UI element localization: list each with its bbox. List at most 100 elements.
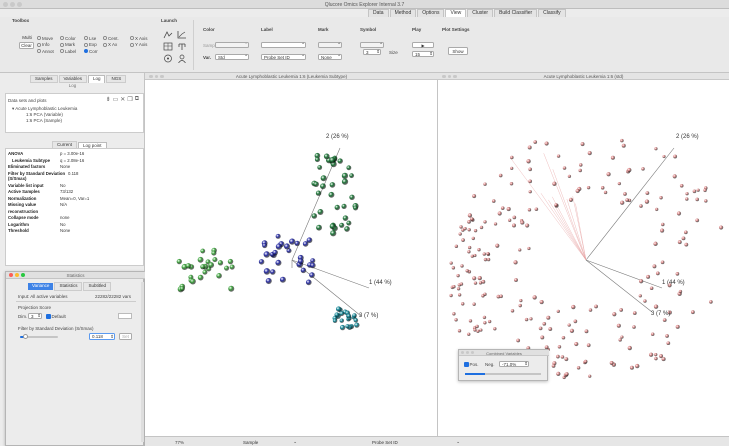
sample-point[interactable] — [297, 258, 304, 265]
variable-point[interactable] — [538, 326, 543, 331]
sample-point[interactable] — [305, 279, 312, 286]
variable-point[interactable] — [528, 179, 533, 184]
variable-point[interactable] — [652, 264, 657, 269]
variable-point[interactable] — [655, 271, 660, 276]
variable-point[interactable] — [561, 335, 566, 340]
variable-point[interactable] — [518, 303, 523, 308]
variable-point[interactable] — [627, 345, 632, 351]
label-samp-select[interactable]: ⌃ — [261, 42, 306, 48]
sample-point[interactable] — [202, 269, 208, 275]
variable-point[interactable] — [583, 359, 588, 364]
variable-point[interactable] — [586, 185, 591, 190]
left-tab-variables[interactable]: Variables — [58, 74, 87, 83]
variable-point[interactable] — [588, 308, 593, 312]
sample-point[interactable] — [346, 165, 352, 171]
variable-point[interactable] — [470, 254, 474, 258]
variable-point[interactable] — [629, 365, 634, 370]
variable-point[interactable] — [662, 318, 667, 323]
variable-point[interactable] — [554, 203, 558, 207]
variable-point[interactable] — [666, 341, 671, 346]
variable-point[interactable] — [520, 220, 525, 225]
sample-point[interactable] — [197, 274, 204, 281]
variable-point[interactable] — [524, 317, 529, 322]
variable-point[interactable] — [639, 279, 644, 284]
variable-point[interactable] — [486, 257, 491, 262]
variable-point[interactable] — [684, 242, 689, 247]
variable-point[interactable] — [661, 222, 665, 227]
variable-point[interactable] — [482, 252, 487, 256]
sample-point[interactable] — [329, 223, 336, 230]
sample-point[interactable] — [339, 318, 345, 323]
sample-point[interactable] — [263, 251, 271, 258]
sample-point[interactable] — [262, 242, 268, 249]
variable-point[interactable] — [562, 166, 567, 170]
variable-point[interactable] — [472, 302, 476, 306]
statistics-tab-statistics[interactable]: Statistics — [54, 282, 83, 291]
variable-point[interactable] — [609, 360, 614, 365]
variable-point[interactable] — [704, 199, 708, 203]
variable-point[interactable] — [662, 154, 666, 159]
variable-point[interactable] — [516, 338, 521, 343]
network-icon[interactable] — [163, 54, 173, 63]
sample-point[interactable] — [306, 237, 313, 244]
variable-point[interactable] — [544, 141, 549, 146]
sample-point[interactable] — [211, 250, 217, 256]
variable-point[interactable] — [548, 327, 553, 331]
variable-point[interactable] — [510, 166, 514, 171]
variable-point[interactable] — [467, 228, 471, 232]
variable-point[interactable] — [649, 286, 654, 291]
variable-point[interactable] — [514, 278, 518, 283]
variable-point[interactable] — [495, 243, 500, 248]
variable-point[interactable] — [461, 238, 465, 242]
variable-point[interactable] — [632, 325, 636, 329]
variable-point[interactable] — [653, 241, 658, 247]
variable-point[interactable] — [703, 188, 707, 193]
variable-point[interactable] — [719, 225, 724, 230]
variable-point[interactable] — [675, 324, 680, 329]
sample-point[interactable] — [329, 182, 336, 188]
variable-point[interactable] — [539, 299, 544, 305]
variable-point[interactable] — [612, 312, 617, 317]
color-samp-select[interactable]: ⌃ — [215, 42, 249, 48]
variable-point[interactable] — [491, 199, 496, 203]
variable-point[interactable] — [458, 232, 462, 236]
variable-point[interactable] — [568, 197, 574, 202]
variable-point[interactable] — [493, 222, 498, 226]
sample-point[interactable] — [354, 322, 360, 328]
sample-point[interactable] — [352, 313, 357, 318]
set-button[interactable]: Set — [119, 333, 132, 340]
variable-point[interactable] — [654, 353, 658, 357]
sample-point[interactable] — [332, 318, 338, 324]
left-tab-samples[interactable]: Samples — [30, 74, 58, 83]
sample-point[interactable] — [275, 243, 283, 250]
variable-point[interactable] — [482, 315, 487, 320]
sample-point[interactable] — [228, 285, 235, 292]
variable-point[interactable] — [654, 147, 658, 151]
variable-point[interactable] — [487, 319, 492, 324]
sample-point[interactable] — [294, 240, 300, 247]
sample-point[interactable] — [279, 276, 286, 283]
variable-point[interactable] — [603, 190, 608, 195]
variable-point[interactable] — [695, 197, 700, 202]
sample-point[interactable] — [311, 213, 318, 219]
variable-point[interactable] — [456, 287, 461, 291]
color-var-select[interactable]: Std ⌃ — [215, 54, 249, 60]
sample-point[interactable] — [208, 262, 215, 269]
variable-point[interactable] — [457, 293, 462, 297]
variable-point[interactable] — [685, 192, 689, 196]
variable-point[interactable] — [499, 294, 503, 299]
sample-point[interactable] — [309, 272, 315, 279]
variable-point[interactable] — [452, 284, 456, 289]
statistics-tab-subtitled[interactable]: Subtitled — [83, 282, 111, 291]
variable-point[interactable] — [540, 335, 545, 340]
variable-point[interactable] — [533, 140, 538, 144]
variable-point[interactable] — [684, 230, 688, 235]
toolbox-radio-annot[interactable]: Annot — [37, 48, 54, 55]
toolbox-radio-label[interactable]: Label — [60, 48, 76, 55]
variable-point[interactable] — [459, 282, 464, 286]
variable-point[interactable] — [529, 317, 533, 321]
sample-point[interactable] — [185, 263, 192, 269]
sample-point[interactable] — [334, 312, 340, 318]
variable-point[interactable] — [454, 244, 459, 249]
multi-button[interactable]: Multi — [20, 34, 34, 40]
